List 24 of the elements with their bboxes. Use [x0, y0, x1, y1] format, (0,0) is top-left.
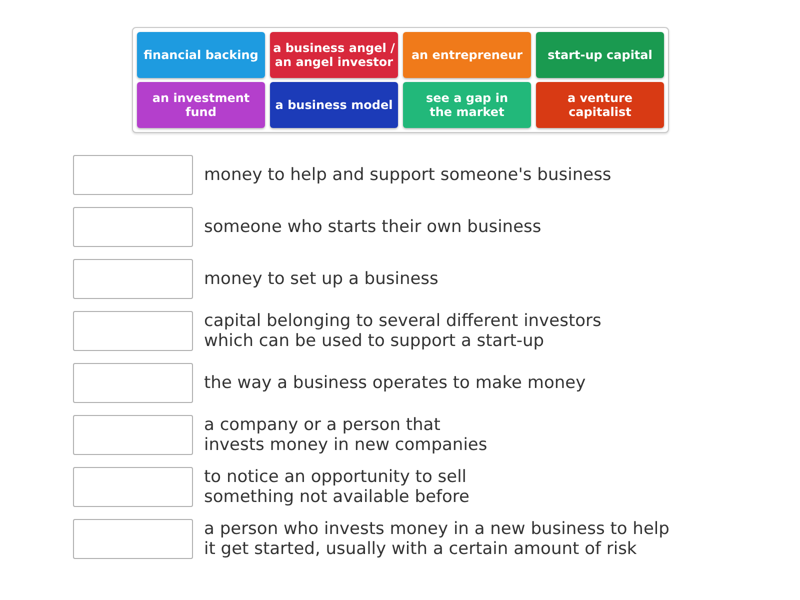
- definition-text: capital belonging to several different investors which can be used to support a start-up: [204, 311, 602, 351]
- answer-box[interactable]: [73, 363, 193, 403]
- definition-text: the way a business operates to make money: [204, 373, 586, 393]
- answer-box[interactable]: [73, 311, 193, 351]
- answer-box[interactable]: [73, 467, 193, 507]
- definition-text: money to help and support someone's business: [204, 165, 612, 185]
- answer-tile[interactable]: financial backing: [137, 32, 265, 78]
- answer-tile[interactable]: an entrepreneur: [403, 32, 531, 78]
- answer-tile[interactable]: a business angel / an angel investor: [270, 32, 398, 78]
- answer-box[interactable]: [73, 259, 193, 299]
- answer-tile[interactable]: see a gap in the market: [403, 82, 531, 128]
- definition-text: a company or a person that invests money in new companies: [204, 415, 488, 455]
- definition-text: money to set up a business: [204, 269, 438, 289]
- definition-text: a person who invests money in a new business to help it get started, usually with a certain amount of risk: [204, 519, 670, 559]
- answer-tile[interactable]: start-up capital: [536, 32, 664, 78]
- definition-text: someone who starts their own business: [204, 217, 542, 237]
- answer-tile[interactable]: a business model: [270, 82, 398, 128]
- definition-text: to notice an opportunity to sell something not available before: [204, 467, 470, 507]
- answer-box[interactable]: [73, 155, 193, 195]
- answer-tile[interactable]: an investment fund: [137, 82, 265, 128]
- answer-tile[interactable]: a venture capitalist: [536, 82, 664, 128]
- answer-box[interactable]: [73, 207, 193, 247]
- answer-box[interactable]: [73, 415, 193, 455]
- answer-box[interactable]: [73, 519, 193, 559]
